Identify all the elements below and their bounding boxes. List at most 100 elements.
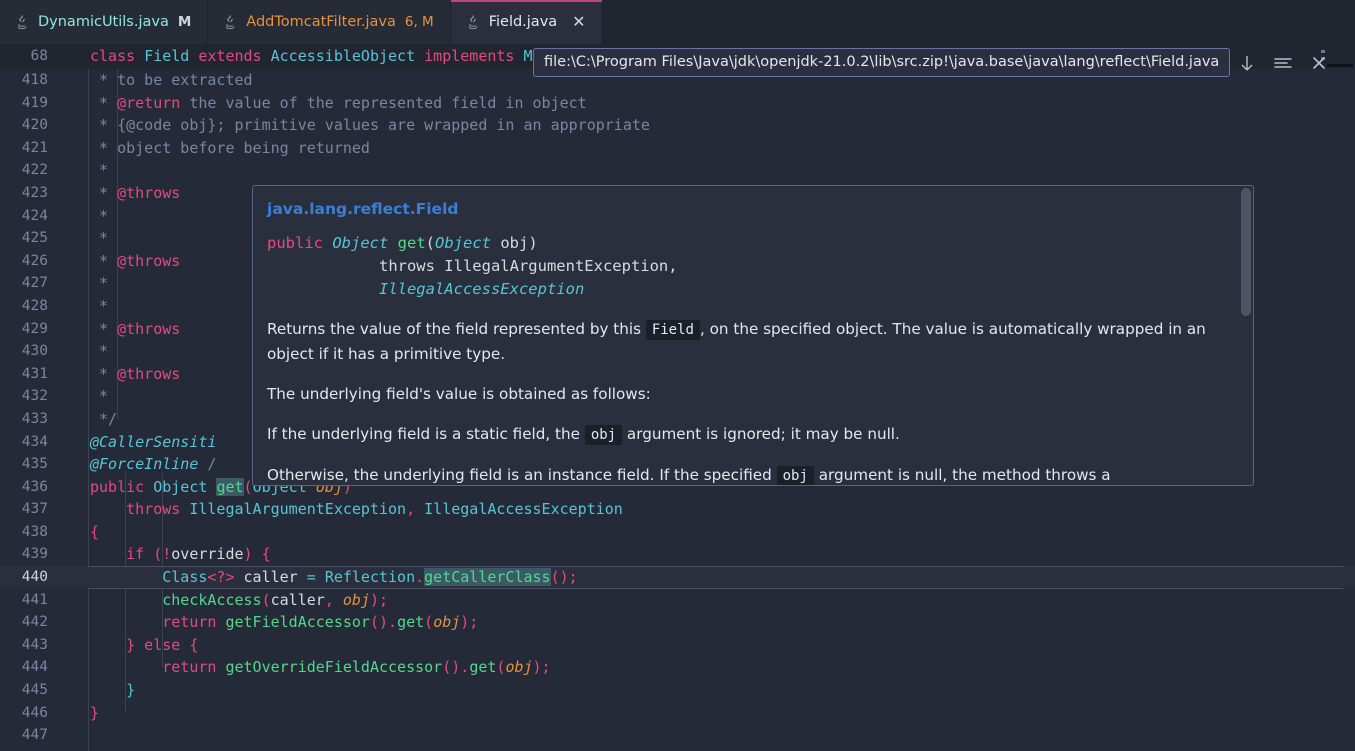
editor-window: DynamicUtils.java M AddTomcatFilter.java 6…: [0, 0, 1355, 751]
code-token: {: [261, 545, 271, 564]
code-token: obj): [491, 234, 538, 252]
code-token: *: [90, 387, 109, 406]
line-content: * {@code obj}; primitive values are wrap…: [60, 114, 1355, 137]
close-popup-button[interactable]: [1308, 52, 1330, 74]
line-number: 434: [21, 433, 48, 450]
documentation-body: Returns the value of the field represent…: [267, 317, 1235, 485]
editor-tab-bar: DynamicUtils.java M AddTomcatFilter.java 6…: [0, 0, 1355, 44]
code-token: obj: [342, 590, 370, 609]
code-token: );: [369, 590, 389, 609]
code-token: IllegalAccessException: [424, 500, 623, 519]
code-token: if: [126, 545, 154, 564]
sticky-line-number: 68: [30, 48, 48, 64]
tab-field[interactable]: Field.java ✕: [450, 0, 603, 44]
code-line[interactable]: 445 }: [0, 679, 1355, 702]
tab-close-icon[interactable]: ✕: [572, 14, 585, 30]
code-line[interactable]: 438 {: [0, 521, 1355, 544]
line-number: 432: [21, 388, 48, 405]
line-content: {: [60, 521, 1355, 544]
line-number: 436: [21, 478, 48, 495]
horizontal-scrollbar-thumb[interactable]: [1327, 64, 1353, 67]
code-token: (): [442, 658, 461, 677]
code-token: ,: [406, 500, 425, 519]
code-line[interactable]: 442 return getFieldAccessor().get(obj);: [0, 611, 1355, 634]
code-token: the value of the represented field in ob…: [180, 93, 587, 112]
tab-label: DynamicUtils.java: [38, 14, 169, 30]
code-token: *: [90, 342, 109, 361]
paragraph-text: Otherwise, the underlying field is an in…: [267, 466, 777, 484]
code-line[interactable]: 421 * object before being returned: [0, 137, 1355, 160]
code-token: );: [460, 613, 479, 632]
code-token: public: [90, 477, 154, 496]
documentation-title: java.lang.reflect.Field: [267, 200, 459, 218]
line-content: checkAccess(caller, obj);: [60, 589, 1355, 612]
code-token: }: [126, 681, 136, 700]
code-line[interactable]: 443 } else {: [0, 634, 1355, 657]
documentation-popup[interactable]: java.lang.reflect.Field public Object ge…: [252, 185, 1254, 486]
code-token: ): [243, 545, 262, 564]
line-number: 439: [21, 546, 48, 563]
code-token: IllegalArgumentException: [189, 500, 407, 519]
code-line[interactable]: 439 if (!override) {: [0, 543, 1355, 566]
code-token: IllegalAccessException: [378, 280, 585, 298]
code-token: * object before being returned: [90, 138, 370, 157]
code-line[interactable]: 419 * @return the value of the represent…: [0, 92, 1355, 115]
menu-lines-icon[interactable]: [1272, 52, 1294, 74]
line-number: 447: [21, 727, 48, 744]
code-token: M: [523, 47, 533, 65]
code-token: extends: [198, 47, 271, 65]
code-token: caller: [243, 568, 307, 587]
code-token: (): [369, 613, 389, 632]
tab-label: Field.java: [488, 14, 558, 30]
code-token: (: [261, 590, 271, 609]
line-number: 418: [21, 72, 48, 88]
code-token: Object: [435, 234, 491, 252]
code-token: Reflection: [324, 568, 416, 587]
code-token: * to be extracted: [90, 71, 253, 89]
code-token: <?>: [207, 568, 244, 587]
code-token: *: [90, 161, 109, 180]
code-token: .: [388, 613, 398, 632]
code-line[interactable]: 437 throws IllegalArgumentException, Ill…: [0, 498, 1355, 521]
documentation-paragraph: The underlying field's value is obtained…: [267, 382, 1235, 406]
code-token: *: [90, 274, 109, 293]
code-token: get: [216, 477, 244, 496]
code-token: implements: [424, 47, 524, 65]
code-token: *: [90, 206, 109, 225]
code-line[interactable]: 446}: [0, 702, 1355, 725]
code-token: getOverrideFieldAccessor: [225, 658, 443, 677]
line-content: } else {: [60, 634, 1355, 657]
tab-bar-empty-area: [602, 0, 1355, 43]
code-token: @throws: [117, 319, 181, 338]
line-number: 419: [21, 94, 48, 111]
documentation-paragraph: If the underlying field is a static fiel…: [267, 422, 1235, 447]
tab-addtomcatfilter[interactable]: AddTomcatFilter.java 6, M: [208, 0, 451, 44]
line-content: throws IllegalArgumentException, Illegal…: [60, 498, 1355, 521]
code-token: ,: [324, 590, 343, 609]
code-line[interactable]: 422 *: [0, 159, 1355, 182]
tab-dynamicutils[interactable]: DynamicUtils.java M: [0, 0, 209, 44]
code-line-current[interactable]: 440 Class<?> caller = Reflection.getCall…: [0, 566, 1355, 589]
code-line[interactable]: 420 * {@code obj}; primitive values are …: [0, 114, 1355, 137]
tab-modified-indicator: 6, M: [404, 14, 434, 30]
code-token: caller: [270, 590, 325, 609]
tab-modified-indicator: M: [177, 14, 192, 30]
code-token: *: [90, 229, 109, 248]
line-number: 433: [21, 410, 48, 427]
line-content: return getOverrideFieldAccessor().get(ob…: [60, 656, 1355, 679]
line-content: }: [60, 702, 1355, 725]
code-line[interactable]: 441 checkAccess(caller, obj);: [0, 589, 1355, 612]
line-number: 446: [21, 704, 48, 721]
paragraph-text: The underlying field's value is obtained…: [267, 385, 651, 403]
code-line[interactable]: 447: [0, 724, 1355, 747]
line-number: 437: [21, 501, 48, 518]
documentation-scrollbar[interactable]: [1241, 188, 1251, 316]
line-content: * @return the value of the represented f…: [60, 92, 1355, 115]
java-file-icon: [17, 14, 27, 29]
line-number: 441: [21, 591, 48, 608]
scroll-down-button[interactable]: [1236, 52, 1258, 74]
code-line[interactable]: 444 return getOverrideFieldAccessor().ge…: [0, 656, 1355, 679]
